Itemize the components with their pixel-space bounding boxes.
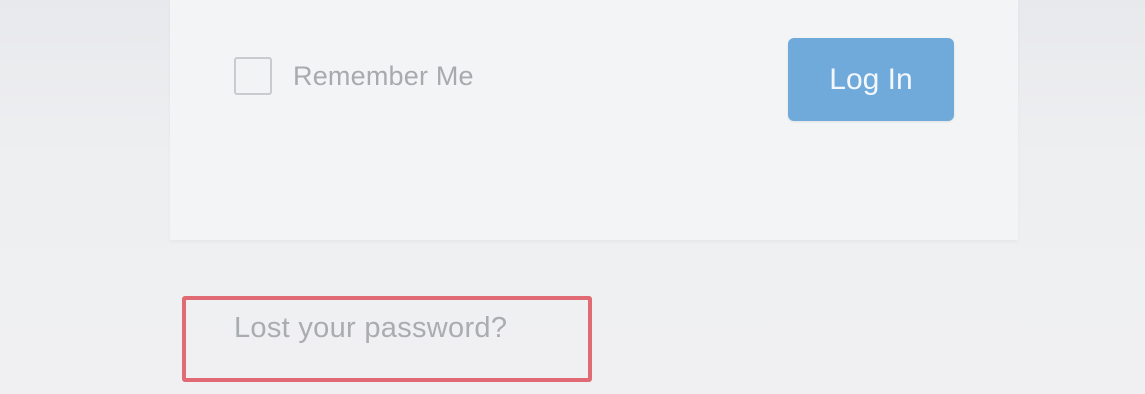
login-button[interactable]: Log In xyxy=(788,38,954,121)
remember-me-checkbox[interactable] xyxy=(234,57,272,95)
remember-me-label[interactable]: Remember Me xyxy=(293,61,474,92)
lost-password-link[interactable]: Lost your password? xyxy=(234,312,507,345)
remember-me-row[interactable]: Remember Me xyxy=(234,55,474,97)
